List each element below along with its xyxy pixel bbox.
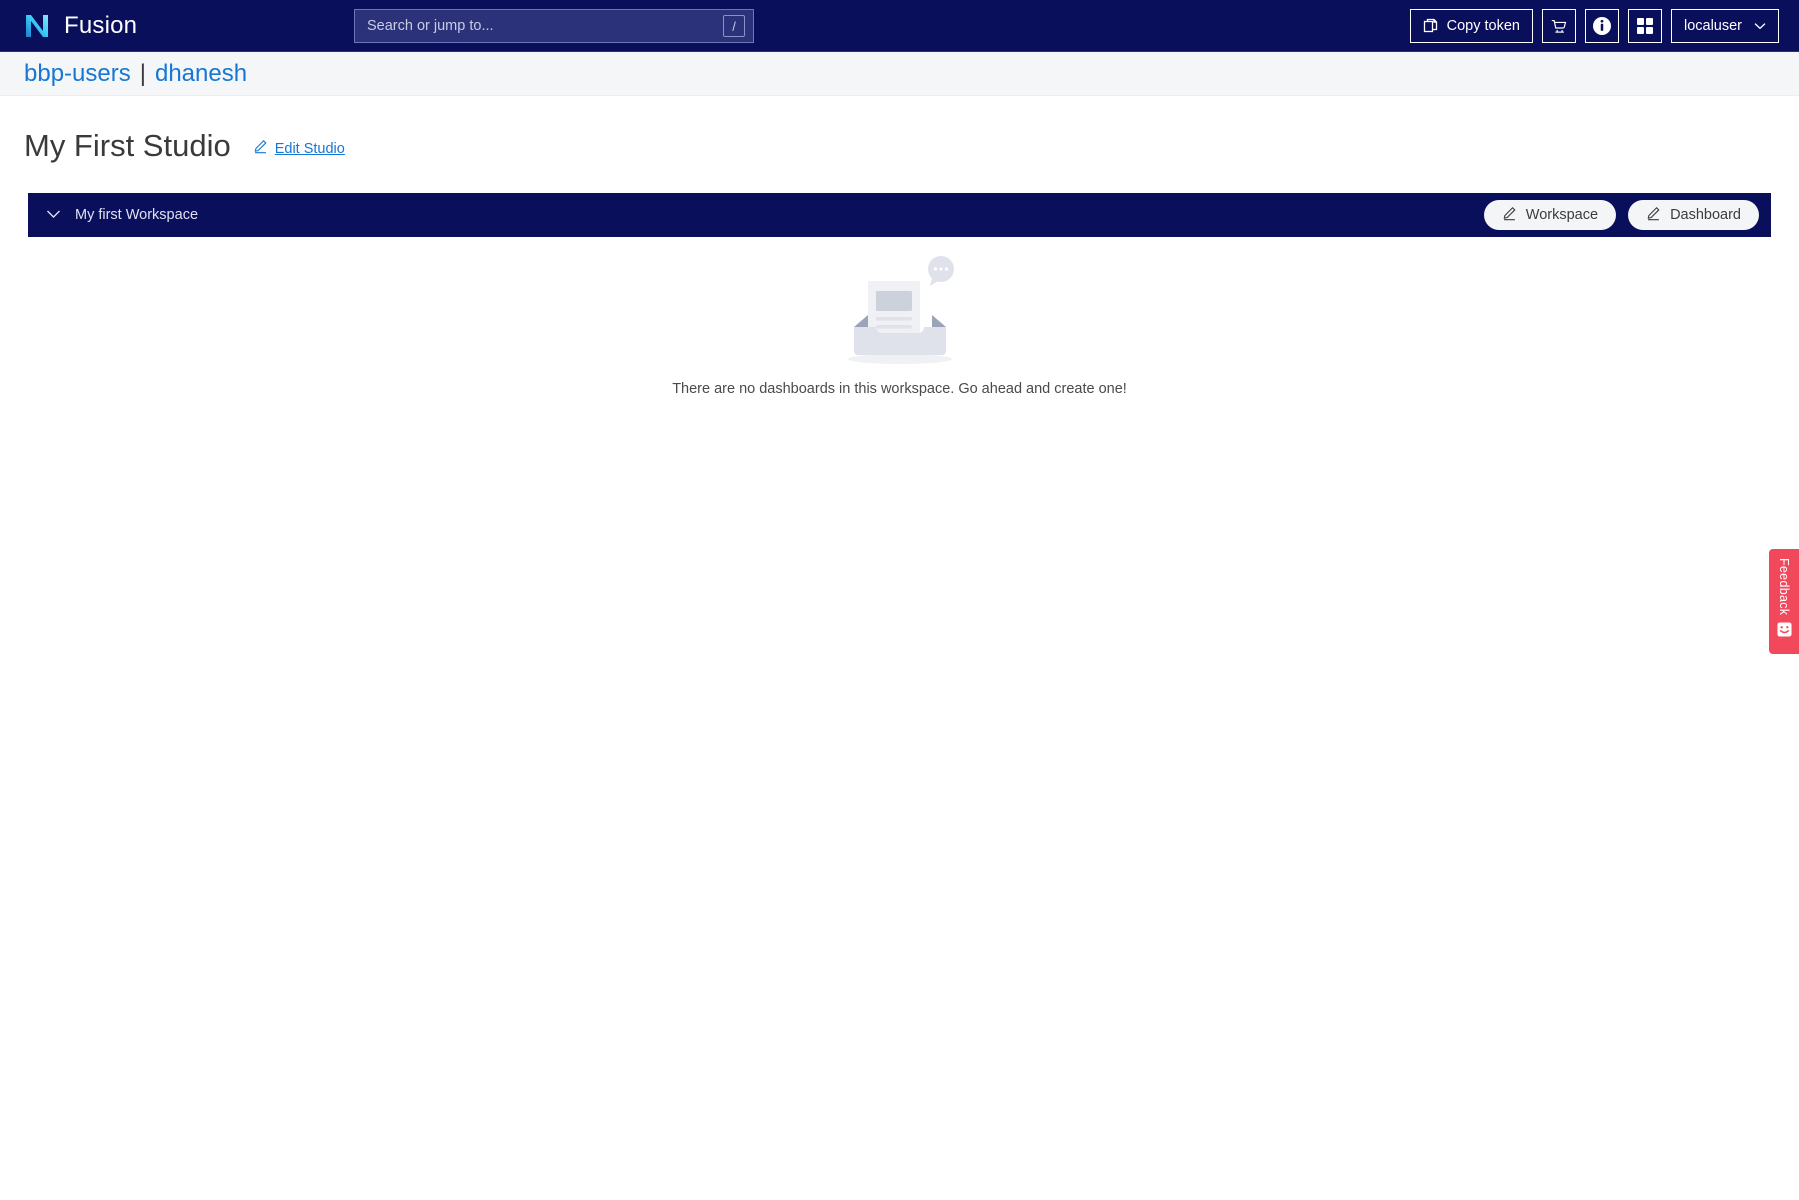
search-placeholder: Search or jump to...: [367, 18, 494, 34]
breadcrumb-project-link[interactable]: dhanesh: [155, 60, 247, 88]
edit-dashboard-button[interactable]: Dashboard: [1628, 200, 1759, 230]
cart-button[interactable]: [1541, 9, 1576, 43]
feedback-label: Feedback: [1777, 558, 1791, 616]
chevron-down-icon: [1754, 22, 1766, 30]
pencil-icon: [1646, 206, 1661, 225]
user-menu-label: localuser: [1683, 18, 1742, 34]
breadcrumb-org-link[interactable]: bbp-users: [24, 60, 131, 88]
search-input[interactable]: Search or jump to... /: [354, 9, 754, 43]
edit-dashboard-label: Dashboard: [1670, 207, 1741, 223]
page-title-row: My First Studio Edit Studio: [0, 96, 1799, 161]
edit-studio-link[interactable]: Edit Studio: [253, 139, 345, 161]
empty-inbox-illustration: [820, 255, 980, 367]
search-shortcut-key: /: [723, 15, 745, 37]
workspace-actions: Workspace Dashboard: [1483, 200, 1759, 230]
edit-workspace-button[interactable]: Workspace: [1483, 200, 1617, 230]
fusion-n-logo-icon: [22, 11, 52, 41]
copy-token-label: Copy token: [1446, 18, 1520, 34]
workspace-toggle[interactable]: My first Workspace: [46, 207, 198, 223]
pencil-icon: [1502, 206, 1517, 225]
brand-name: Fusion: [64, 11, 138, 39]
top-navigation-bar: Fusion Search or jump to... / Copy token: [0, 0, 1799, 52]
edit-workspace-label: Workspace: [1525, 207, 1599, 223]
feedback-tab[interactable]: Feedback: [1769, 549, 1799, 654]
user-menu-button[interactable]: localuser: [1670, 9, 1779, 43]
apps-button[interactable]: [1627, 9, 1662, 43]
chevron-down-icon: [46, 207, 61, 223]
info-button[interactable]: [1584, 9, 1619, 43]
workspace-header-bar: My first Workspace Workspace Dashboard: [28, 193, 1771, 237]
smiley-face-icon: [1776, 622, 1792, 642]
copy-token-button[interactable]: Copy token: [1409, 9, 1533, 43]
page-title: My First Studio: [24, 128, 231, 163]
top-bar-actions: Copy token localuser: [1409, 9, 1779, 43]
copy-icon: [1423, 18, 1439, 34]
shopping-cart-icon: [1550, 17, 1568, 35]
info-circle-icon: [1592, 16, 1612, 36]
empty-state: There are no dashboards in this workspac…: [0, 255, 1799, 397]
workspace-name: My first Workspace: [75, 207, 199, 223]
brand[interactable]: Fusion: [22, 11, 137, 41]
breadcrumb-separator: |: [139, 59, 146, 87]
edit-studio-label: Edit Studio: [274, 140, 345, 157]
grid-apps-icon: [1636, 17, 1654, 35]
pencil-icon: [253, 139, 268, 158]
breadcrumb: bbp-users | dhanesh: [0, 52, 1799, 96]
empty-state-message: There are no dashboards in this workspac…: [672, 381, 1127, 397]
